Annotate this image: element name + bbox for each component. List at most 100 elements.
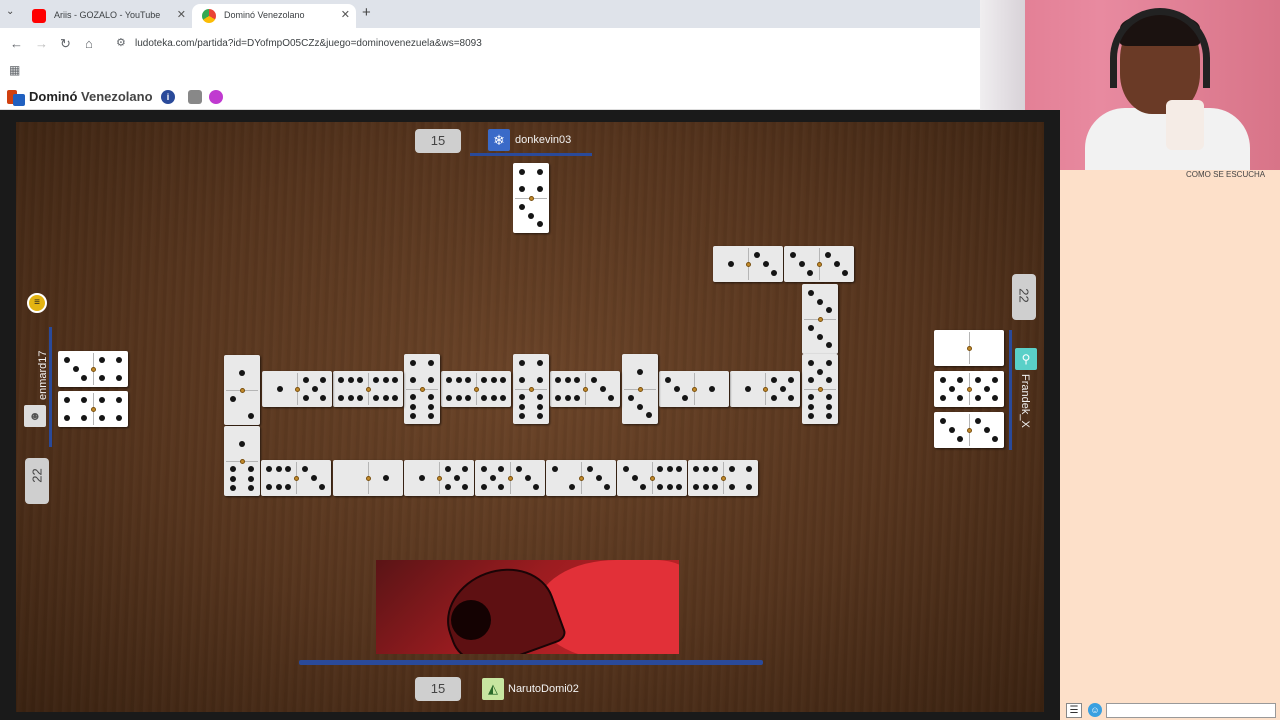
board-tile xyxy=(333,460,403,496)
board-tile xyxy=(730,371,800,407)
site-info-icon[interactable]: ⚙ xyxy=(116,36,126,49)
hand-tile-right[interactable] xyxy=(934,371,1004,407)
pip xyxy=(81,375,88,381)
pip xyxy=(455,395,462,401)
home-icon[interactable]: ⌂ xyxy=(85,36,93,51)
pip xyxy=(808,403,814,410)
player-name-top[interactable]: donkevin03 xyxy=(515,134,571,146)
pip xyxy=(746,466,753,472)
hand-tile-right[interactable] xyxy=(934,330,1004,366)
pip xyxy=(445,377,452,383)
pip xyxy=(498,466,505,472)
close-tab-icon[interactable]: ✕ xyxy=(341,8,350,21)
back-icon[interactable]: ← xyxy=(10,36,23,51)
pip xyxy=(265,484,272,490)
pip xyxy=(586,466,593,472)
pip xyxy=(116,415,123,421)
title-bold: Dominó xyxy=(29,89,78,104)
pip xyxy=(712,484,719,490)
tab-search-chevron-icon[interactable]: ⌄ xyxy=(6,6,14,17)
pip xyxy=(428,359,434,366)
pip xyxy=(974,377,981,383)
url-text[interactable]: ludoteka.com/partida?id=DYofmpO05CZz&jue… xyxy=(135,38,482,49)
menu-icon[interactable]: ☰ xyxy=(1066,703,1082,718)
pip xyxy=(826,413,832,420)
pip xyxy=(762,261,769,267)
pip xyxy=(666,484,673,490)
pip xyxy=(418,475,425,481)
player-name-right[interactable]: Frandek_X xyxy=(1019,374,1031,428)
close-tab-icon[interactable]: ✕ xyxy=(177,8,186,21)
pip xyxy=(248,465,254,472)
pip xyxy=(554,377,561,383)
video-thumbnail[interactable] xyxy=(376,560,679,654)
pip xyxy=(551,466,558,472)
hand-tile-right[interactable] xyxy=(934,412,1004,448)
pip xyxy=(230,485,236,492)
pip xyxy=(789,252,796,258)
pip xyxy=(81,415,88,421)
stats-icon[interactable] xyxy=(188,90,202,104)
forward-icon[interactable]: → xyxy=(35,36,48,51)
pip xyxy=(682,395,689,401)
board-tile xyxy=(404,354,440,424)
pip xyxy=(519,186,525,193)
reload-icon[interactable]: ↻ xyxy=(60,36,71,52)
pip xyxy=(519,377,525,384)
player-name-bottom[interactable]: NarutoDomi02 xyxy=(508,683,579,695)
pip xyxy=(728,466,735,472)
pip xyxy=(957,395,964,401)
pip xyxy=(646,412,652,419)
pip xyxy=(372,377,379,383)
tab-domino[interactable]: Dominó Venezolano ✕ xyxy=(192,4,356,28)
title-rest: Venezolano xyxy=(81,89,153,104)
pip xyxy=(590,377,597,383)
pip xyxy=(410,413,416,420)
pip xyxy=(728,484,735,490)
url-box[interactable]: ⚙ ludoteka.com/partida?id=DYofmpO05CZz&j… xyxy=(108,32,968,56)
board-tile xyxy=(261,460,331,496)
hand-tile-left[interactable] xyxy=(58,351,128,387)
info-icon[interactable]: i xyxy=(161,90,175,104)
pip xyxy=(808,359,814,366)
apps-grid-icon[interactable]: ▦ xyxy=(9,63,20,77)
score-bottom: 15 xyxy=(415,677,461,701)
player-name-left[interactable]: enmard17 xyxy=(37,350,49,400)
chat-input[interactable] xyxy=(1106,703,1276,718)
pip xyxy=(826,393,832,400)
pip xyxy=(382,377,389,383)
new-tab-button[interactable]: + xyxy=(362,4,371,21)
pip xyxy=(500,395,507,401)
pip xyxy=(808,324,814,331)
board-tile xyxy=(550,371,620,407)
emoji-icon[interactable]: ☺ xyxy=(1088,703,1102,717)
tab-youtube[interactable]: Ariis - GOZALO - YouTube ✕ xyxy=(22,4,192,28)
turn-indicator-left xyxy=(49,327,52,447)
ludoteka-logo-icon[interactable] xyxy=(7,88,25,106)
hand-tile-top[interactable] xyxy=(513,163,549,233)
pip xyxy=(608,395,615,401)
pip xyxy=(347,377,354,383)
pip xyxy=(519,413,525,420)
pip xyxy=(519,203,525,210)
pip xyxy=(569,484,576,490)
pip xyxy=(465,377,472,383)
pip xyxy=(248,413,254,420)
pip xyxy=(319,484,326,490)
pip xyxy=(939,395,946,401)
board-tile xyxy=(802,354,838,424)
hand-tile-left[interactable] xyxy=(58,391,128,427)
pip xyxy=(957,377,964,383)
pip xyxy=(489,475,496,481)
pip xyxy=(622,466,629,472)
site-header: Dominó Venezolano i xyxy=(0,84,980,110)
pip xyxy=(631,475,638,481)
pip xyxy=(302,377,309,383)
pip xyxy=(702,466,709,472)
pip xyxy=(392,395,399,401)
score-right-pill: 22 xyxy=(1012,274,1036,320)
pip xyxy=(98,375,105,381)
pip xyxy=(537,359,543,366)
chat-bubble-icon[interactable] xyxy=(209,90,223,104)
pip xyxy=(311,386,318,392)
